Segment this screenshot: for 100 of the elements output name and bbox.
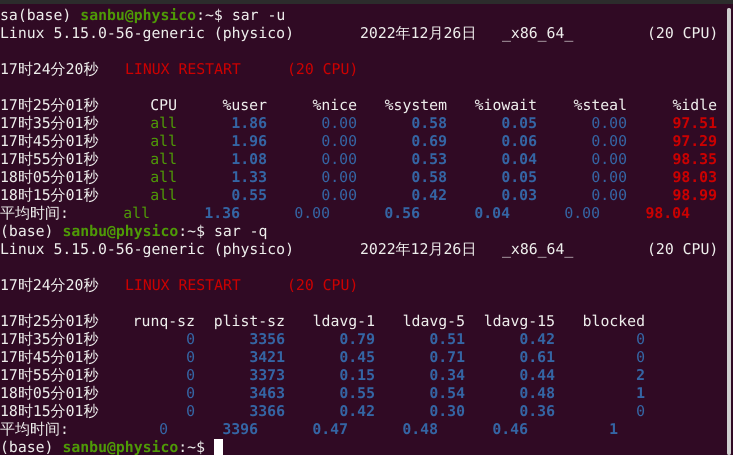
table-cell-text: 0.00 <box>590 133 627 151</box>
cpu-count: (20 CPU) <box>647 25 718 43</box>
table-cell-text: 0.00 <box>320 151 357 169</box>
prompt-path: :~$ <box>178 439 205 455</box>
kernel-info: Linux 5.15.0-56-generic (physico) <box>0 241 295 259</box>
table-cell-text: 2 <box>635 367 645 385</box>
table-cell-text: 0.06 <box>500 133 537 151</box>
table-cell-text: 3421 <box>248 349 285 367</box>
table-cell-text: 1 <box>608 421 618 439</box>
table-cell-text: all <box>149 115 177 133</box>
architecture-text: _x86_64_ <box>502 25 574 43</box>
table-cell-text: 0.00 <box>563 205 600 223</box>
table-cell-text: 0.36 <box>518 403 555 421</box>
column-header: %user <box>221 97 267 115</box>
table-cell-text: 1.36 <box>203 205 240 223</box>
time-label: 17时55分01秒 <box>0 151 100 169</box>
column-header: blocked <box>582 313 645 331</box>
table-cell-text: all <box>149 187 177 205</box>
table-cell-text: 0.00 <box>590 151 627 169</box>
table-cell-text: 98.04 <box>644 205 690 223</box>
table-cell-text: 0.34 <box>428 367 465 385</box>
table-cell-text: 1.33 <box>230 169 267 187</box>
table-cell-text: 0.55 <box>230 187 267 205</box>
table-cell-text: 3356 <box>248 331 285 349</box>
column-header: ldavg-1 <box>312 313 375 331</box>
table-cell-text: 0.53 <box>410 151 447 169</box>
column-header: ldavg-15 <box>482 313 555 331</box>
time-label: 17时35分01秒 <box>0 331 100 349</box>
table-cell-text: 97.29 <box>671 133 717 151</box>
table-cell-text: 0.55 <box>338 385 375 403</box>
table-cell-text: 0 <box>185 385 195 403</box>
table-cell-text: 0.00 <box>320 187 357 205</box>
time-label: 17时55分01秒 <box>0 367 100 385</box>
table-cell-text: 0 <box>635 403 645 421</box>
table-cell-text: 0 <box>185 331 195 349</box>
time-label: 17时25分01秒 <box>0 313 100 331</box>
scrollbar[interactable] <box>727 8 731 455</box>
time-label: 17时24分20秒 <box>0 277 100 295</box>
column-header: ldavg-5 <box>402 313 465 331</box>
table-cell-text: 0.46 <box>491 421 528 439</box>
table-cell-text: 1 <box>635 385 645 403</box>
cpu-count: (20 CPU) <box>287 277 358 295</box>
table-cell-text: 0 <box>635 349 645 367</box>
table-cell-text: 3396 <box>221 421 258 439</box>
time-label: 17时24分20秒 <box>0 61 100 79</box>
table-cell-text: 0.51 <box>428 331 465 349</box>
table-cell-text: 0.79 <box>338 331 375 349</box>
time-label: 18时15分01秒 <box>0 403 100 421</box>
table-cell-text: 0.47 <box>311 421 348 439</box>
column-header: runq-sz <box>132 313 195 331</box>
table-cell-text: 0 <box>635 331 645 349</box>
table-cell-text: 3373 <box>248 367 285 385</box>
table-cell-text: 0.03 <box>500 187 537 205</box>
time-label: 17时45分01秒 <box>0 133 100 151</box>
column-header: %nice <box>311 97 357 115</box>
table-cell-text: 1.86 <box>230 115 267 133</box>
command-text: sar -q <box>214 223 268 241</box>
table-cell-text: 98.35 <box>671 151 717 169</box>
table-cell-text: 0 <box>185 349 195 367</box>
table-cell-text: 0.48 <box>401 421 438 439</box>
architecture-text: _x86_64_ <box>502 241 574 259</box>
table-cell-text: 97.51 <box>671 115 717 133</box>
table-cell-text: 0 <box>158 421 168 439</box>
table-cell-text: 0.45 <box>338 349 375 367</box>
date-text: 2022年12月26日 <box>360 25 478 43</box>
time-label: 17时45分01秒 <box>0 349 100 367</box>
table-cell-text: 0.61 <box>518 349 555 367</box>
prompt-path: :~$ <box>178 223 205 241</box>
table-cell-text: 0.56 <box>383 205 420 223</box>
prompt-user-host: sanbu@physico <box>62 223 178 241</box>
restart-label: LINUX RESTART <box>125 277 242 295</box>
prompt-path: :~$ <box>196 7 223 25</box>
table-cell-text: 0.00 <box>320 133 357 151</box>
table-cell-text: 0.04 <box>473 205 510 223</box>
table-cell-text: 0.00 <box>320 169 357 187</box>
table-cell-text: 0.00 <box>320 115 357 133</box>
table-cell-text: 0.05 <box>500 169 537 187</box>
table-cell-text: 0.44 <box>518 367 555 385</box>
table-cell-text: 0.42 <box>338 403 375 421</box>
column-header: CPU <box>149 97 177 115</box>
time-label: 17时25分01秒 <box>0 97 100 115</box>
table-cell-text: 1.96 <box>230 133 267 151</box>
table-cell-text: 98.99 <box>671 187 717 205</box>
table-cell-text: 0.71 <box>428 349 465 367</box>
column-header: %system <box>384 97 447 115</box>
table-cell-text: 0.42 <box>410 187 447 205</box>
kernel-info: Linux 5.15.0-56-generic (physico) <box>0 25 295 43</box>
command-text: sar -u <box>232 7 286 25</box>
table-cell-text: 0.04 <box>500 151 537 169</box>
average-label: 平均时间: <box>0 421 70 439</box>
table-cell-text: all <box>149 151 177 169</box>
table-cell-text: 0.00 <box>293 205 330 223</box>
table-cell-text: 0.58 <box>410 115 447 133</box>
table-cell-text: 98.03 <box>671 169 717 187</box>
table-cell-text: 0 <box>185 403 195 421</box>
table-cell-text: 0.00 <box>590 115 627 133</box>
table-cell-text: 0.00 <box>590 169 627 187</box>
table-cell-text: 0.30 <box>428 403 465 421</box>
table-cell-text: 0.69 <box>410 133 447 151</box>
table-cell-text: 0.05 <box>500 115 537 133</box>
